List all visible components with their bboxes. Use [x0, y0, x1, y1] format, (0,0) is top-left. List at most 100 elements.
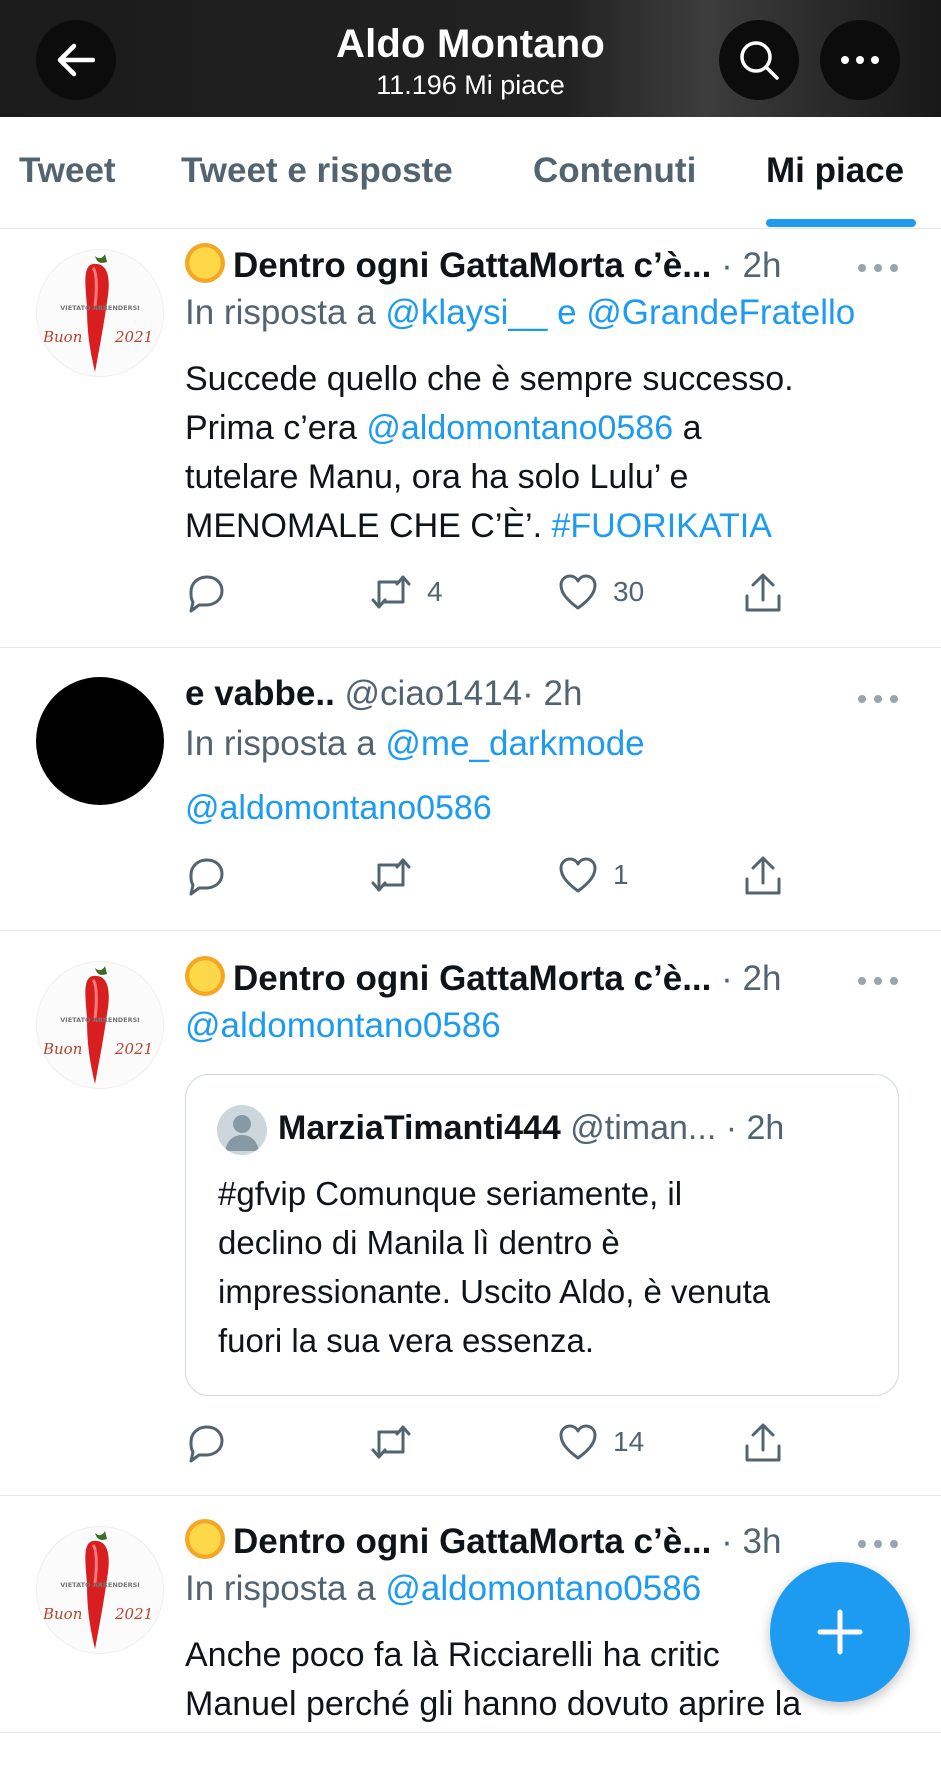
plus-icon [817, 1609, 863, 1655]
search-icon [740, 41, 779, 80]
avatar[interactable]: VIETATO ARRENDERSI Buon 2021 [36, 961, 164, 1089]
like-button[interactable]: 30 [557, 572, 644, 612]
avatar[interactable]: VIETATO ARRENDERSI Buon 2021 [36, 1526, 164, 1654]
reply-button[interactable] [185, 572, 227, 614]
svg-text:2021: 2021 [114, 1605, 153, 1623]
author-name[interactable]: Dentro ogni GattaMorta c’è... [233, 1522, 711, 1561]
mention-link[interactable]: @aldomontano0586 [185, 789, 492, 827]
avatar[interactable] [36, 677, 164, 805]
tweet-text: @aldomontano0586 [185, 784, 905, 833]
mention-link[interactable]: @aldomontano0586 [185, 1006, 501, 1045]
quote-author-name: MarziaTimanti444 [278, 1109, 561, 1147]
tweet-actions: 4 30 [185, 572, 805, 616]
retweet-icon [371, 575, 411, 609]
more-button[interactable] [820, 20, 900, 100]
tweet-actions: 1 [185, 855, 805, 899]
quote-avatar [217, 1105, 267, 1155]
more-icon [841, 56, 879, 64]
chili-pepper-image: VIETATO ARRENDERSI Buon 2021 [42, 254, 153, 372]
tab-mi-piace[interactable]: Mi piace [766, 151, 904, 191]
tweet-text: Succede quello che è sempre successo. Pr… [185, 360, 794, 545]
tweet-time: · 2h [721, 246, 782, 285]
likes-count: 11.196 Mi piace [376, 70, 565, 100]
share-button[interactable] [743, 855, 783, 897]
tweet-time: · 2h [721, 959, 782, 998]
profile-name: Aldo Montano [335, 22, 605, 66]
active-tab-indicator [766, 219, 916, 227]
sun-emoji-icon [185, 243, 225, 283]
reply-users[interactable]: @klaysi__ e @GrandeFratello [385, 293, 855, 332]
author-handle: @ciao1414 [344, 674, 523, 713]
tweet-time: · 2h [522, 674, 583, 713]
chili-pepper-image: VIETATO ARRENDERSI Buon 2021 [42, 1531, 153, 1649]
share-icon [745, 1423, 781, 1462]
retweet-icon [371, 1425, 411, 1459]
like-count: 30 [613, 576, 645, 607]
retweet-button[interactable]: 4 [369, 572, 443, 612]
tweet[interactable]: VIETATO ARRENDERSI Buon 2021 Dentro ogni… [0, 229, 941, 648]
tab-tweet[interactable]: Tweet [19, 151, 116, 191]
tweet[interactable]: VIETATO ARRENDERSI Buon 2021 Dentro ogni… [0, 931, 941, 1496]
mention-link[interactable]: @aldomontano0586 [366, 409, 673, 447]
compose-tweet-button[interactable] [770, 1562, 910, 1702]
svg-text:Buon: Buon [42, 1605, 82, 1623]
tweet-more-icon[interactable] [858, 262, 898, 274]
share-button[interactable] [743, 1422, 783, 1464]
svg-text:Buon: Buon [42, 328, 82, 346]
like-count: 1 [613, 859, 629, 890]
reply-prefix: In risposta a [185, 1569, 376, 1608]
reply-prefix: In risposta a [185, 724, 376, 763]
heart-icon [559, 574, 597, 610]
reply-icon [189, 858, 224, 896]
svg-text:2021: 2021 [114, 328, 153, 346]
share-icon [745, 856, 781, 895]
tab-tweet-e-risposte[interactable]: Tweet e risposte [181, 151, 453, 191]
svg-text:2021: 2021 [114, 1040, 153, 1058]
author-name[interactable]: e vabbe.. [185, 674, 335, 713]
quoted-tweet[interactable]: MarziaTimanti444 @timan... · 2h #gfvip C… [185, 1074, 899, 1396]
hashtag-link[interactable]: #FUORIKATIA [552, 507, 772, 545]
quote-time: · 2h [725, 1109, 785, 1147]
tweet-more-icon[interactable] [858, 693, 898, 705]
retweet-button[interactable] [369, 855, 413, 895]
share-button[interactable] [743, 572, 783, 614]
reply-button[interactable] [185, 1422, 227, 1464]
reply-users[interactable]: @me_darkmode [385, 724, 644, 763]
sun-emoji-icon [185, 956, 225, 996]
tweet[interactable]: e vabbe.. @ciao1414· 2h In risposta a @m… [0, 648, 941, 931]
heart-icon [559, 857, 597, 893]
profile-header: Aldo Montano 11.196 Mi piace [0, 0, 941, 117]
author-name[interactable]: Dentro ogni GattaMorta c’è... [233, 959, 711, 998]
reply-prefix: In risposta a [185, 293, 376, 332]
retweet-button[interactable] [369, 1422, 413, 1462]
tweet-actions: 14 [185, 1422, 805, 1466]
svg-text:Buon: Buon [42, 1040, 82, 1058]
reply-icon [189, 575, 224, 613]
tweet-more-icon[interactable] [858, 1538, 898, 1550]
reply-button[interactable] [185, 855, 227, 897]
quote-text: #gfvip Comunque seriamente, il declino d… [218, 1175, 771, 1359]
tweet-more-icon[interactable] [858, 975, 898, 987]
like-button[interactable]: 14 [557, 1422, 644, 1462]
default-avatar-icon [225, 1115, 259, 1151]
profile-tabs: Tweet Tweet e risposte Contenuti Mi piac… [0, 117, 941, 229]
reply-icon [189, 1425, 224, 1463]
like-button[interactable]: 1 [557, 855, 629, 895]
retweet-icon [371, 858, 411, 892]
search-button[interactable] [719, 20, 799, 100]
svg-text:VIETATO ARRENDERSI: VIETATO ARRENDERSI [60, 1581, 139, 1589]
tweet-time: · 3h [721, 1522, 782, 1561]
avatar[interactable]: VIETATO ARRENDERSI Buon 2021 [36, 249, 164, 377]
retweet-count: 4 [427, 576, 443, 607]
author-name[interactable]: Dentro ogni GattaMorta c’è... [233, 246, 711, 285]
heart-icon [559, 1424, 597, 1460]
quote-author-handle: @timan... [570, 1109, 717, 1147]
chili-pepper-image: VIETATO ARRENDERSI Buon 2021 [42, 966, 153, 1084]
svg-text:VIETATO ARRENDERSI: VIETATO ARRENDERSI [60, 1016, 139, 1024]
like-count: 14 [613, 1426, 645, 1457]
reply-users[interactable]: @aldomontano0586 [385, 1569, 701, 1608]
share-icon [745, 573, 781, 612]
tab-contenuti[interactable]: Contenuti [533, 151, 696, 191]
svg-text:VIETATO ARRENDERSI: VIETATO ARRENDERSI [60, 304, 139, 312]
sun-emoji-icon [185, 1519, 225, 1559]
